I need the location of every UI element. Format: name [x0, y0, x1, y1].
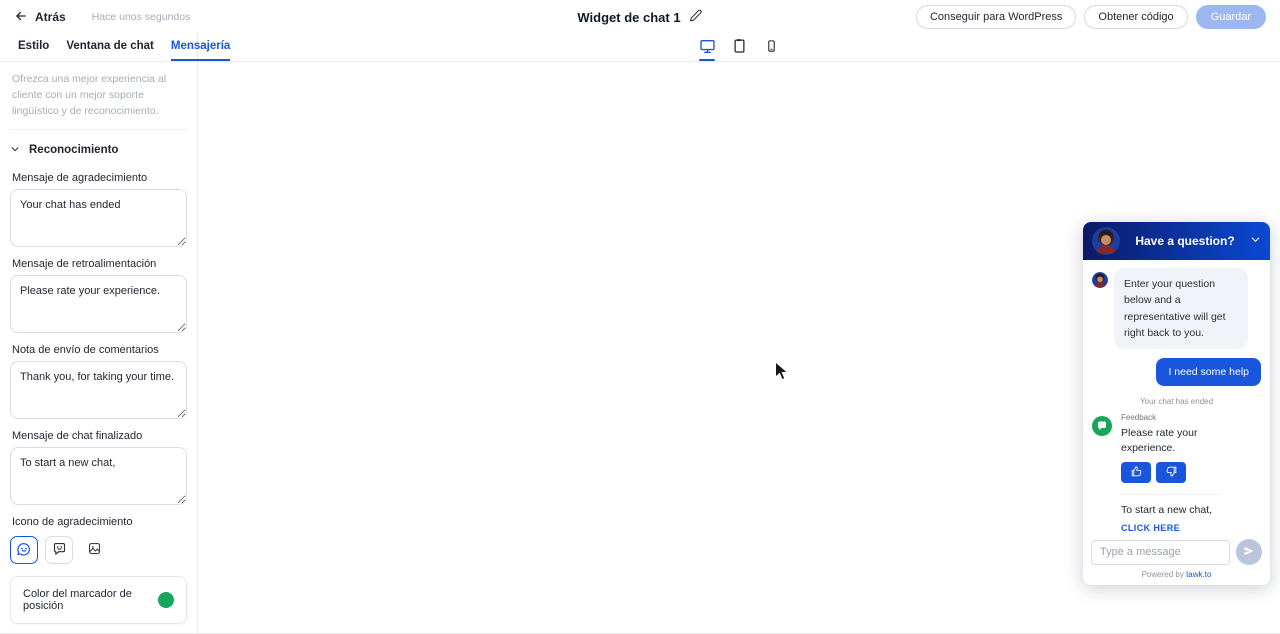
icon-option-round-bubble[interactable] — [10, 536, 38, 565]
back-button-label: Atrás — [35, 10, 66, 24]
powered-by-text: Powered by — [1141, 570, 1184, 579]
sidebar-divider — [10, 129, 187, 131]
thumb-up-icon — [1130, 465, 1143, 481]
icon-option-square-bubble[interactable] — [45, 536, 73, 565]
recognition-section-title: Reconocimiento — [29, 144, 119, 157]
round-chat-smiley-icon — [16, 541, 32, 560]
feedback-note-input[interactable]: Thank you, for taking your time. — [10, 361, 187, 420]
topbar-center: Widget de chat 1 — [577, 0, 702, 34]
topbar-right: Conseguir para WordPress Obtener código … — [915, 5, 1266, 29]
get-code-button[interactable]: Obtener código — [1084, 5, 1188, 29]
field-label-thank-you: Mensaje de agradecimiento — [12, 172, 148, 185]
tab-ventana-de-chat[interactable]: Ventana de chat — [66, 40, 154, 61]
device-active-underline — [699, 58, 715, 61]
icon-section-label: Icono de agradecimiento — [12, 516, 133, 529]
feedback-label: Feedback — [1121, 413, 1157, 423]
icon-option-custom[interactable] — [80, 536, 108, 565]
messaging-settings-sidebar: Ofrezca una mejor experiencia al cliente… — [0, 62, 198, 633]
preview-canvas: Have a question? Enter your question bel… — [198, 62, 1280, 633]
mobile-icon — [765, 38, 778, 57]
feedback-card: Feedback Please rate your experience. To… — [1092, 413, 1261, 533]
feedback-text: Please rate your experience. — [1121, 427, 1198, 454]
edit-pencil-icon — [690, 9, 703, 25]
save-button[interactable]: Guardar — [1195, 5, 1266, 29]
brand-link[interactable]: tawk.to — [1186, 570, 1211, 579]
feedback-divider — [1121, 494, 1221, 496]
back-button[interactable]: Atrás — [14, 9, 66, 26]
chat-widget-preview: Have a question? Enter your question bel… — [1083, 222, 1270, 585]
thumb-up-button[interactable] — [1121, 462, 1151, 484]
thank-you-icon-options — [10, 536, 187, 565]
subbar: Estilo Ventana de chat Mensajería — [0, 34, 1280, 62]
saved-status: Hace unos segundos — [91, 11, 191, 23]
chat-ended-status: Your chat has ended — [1139, 397, 1214, 407]
device-desktop-button[interactable] — [699, 35, 716, 61]
restart-chat-text: To start a new chat, — [1121, 504, 1213, 517]
visitor-message-row: I need some help — [1092, 358, 1261, 387]
back-arrow-icon — [14, 9, 28, 26]
powered-by: Powered by tawk.to — [1091, 570, 1262, 579]
recognition-section-toggle[interactable]: Reconocimiento — [10, 141, 187, 159]
placeholder-color-label: Color del marcador de posición — [23, 588, 132, 613]
rename-widget-button[interactable] — [690, 9, 703, 25]
feedback-message-input[interactable]: Please rate your experience. — [10, 275, 187, 334]
field-label-feedback: Mensaje de retroalimentación — [12, 258, 157, 271]
placeholder-color-row[interactable]: Color del marcador de posición — [10, 576, 187, 625]
widget-footer: Powered by tawk.to — [1083, 533, 1270, 585]
page-title: Widget de chat 1 — [577, 9, 681, 25]
chat-widget-editor: Atrás Hace unos segundos Widget de chat … — [0, 0, 1280, 634]
tablet-icon — [732, 38, 747, 57]
tab-estilo[interactable]: Estilo — [18, 40, 49, 61]
restart-chat-link[interactable]: CLICK HERE — [1121, 523, 1180, 533]
content: Ofrezca una mejor experiencia al cliente… — [0, 62, 1280, 633]
widget-title: Have a question? — [1135, 234, 1235, 248]
widget-conversation: Enter your question below and a represen… — [1083, 260, 1270, 533]
field-label-chat-ended: Mensaje de chat finalizado — [12, 430, 143, 443]
topbar-left: Atrás Hace unos segundos — [14, 9, 190, 26]
send-icon — [1243, 545, 1255, 560]
device-mobile-button[interactable] — [764, 34, 780, 61]
thumb-down-icon — [1165, 465, 1178, 481]
tab-bar: Estilo Ventana de chat Mensajería — [0, 34, 231, 61]
mouse-cursor — [774, 360, 789, 386]
chat-ended-message-input[interactable]: To start a new chat, — [10, 447, 187, 506]
widget-header[interactable]: Have a question? — [1083, 222, 1270, 260]
agent-message-bubble: Enter your question below and a represen… — [1114, 268, 1248, 350]
square-chat-smiley-icon — [52, 541, 67, 559]
wordpress-button[interactable]: Conseguir para WordPress — [915, 5, 1077, 29]
device-switcher — [198, 34, 1280, 61]
visitor-message-bubble[interactable]: I need some help — [1156, 358, 1261, 387]
agent-avatar — [1092, 227, 1120, 255]
thank-you-message-input[interactable]: Your chat has ended — [10, 189, 187, 248]
topbar: Atrás Hace unos segundos Widget de chat … — [0, 0, 1280, 34]
message-input-row — [1091, 539, 1262, 565]
thumb-down-button[interactable] — [1156, 462, 1186, 484]
agent-avatar-small — [1092, 272, 1108, 288]
custom-smiley-icon — [87, 541, 102, 559]
device-tablet-button[interactable] — [732, 34, 748, 61]
chevron-down-icon — [10, 141, 20, 159]
field-label-feedback-note: Nota de envío de comentarios — [12, 344, 159, 357]
message-input[interactable] — [1091, 539, 1230, 565]
color-swatch[interactable] — [158, 592, 174, 609]
agent-message-row: Enter your question below and a represen… — [1092, 268, 1261, 350]
sidebar-description: Ofrezca una mejor experiencia al cliente… — [12, 73, 167, 117]
chat-bubble-logo-icon — [1092, 416, 1112, 437]
chevron-down-icon[interactable] — [1250, 232, 1261, 250]
feedback-thumb-buttons — [1121, 462, 1221, 484]
send-button[interactable] — [1236, 539, 1262, 565]
feedback-content: Feedback Please rate your experience. To… — [1121, 413, 1221, 533]
desktop-icon — [699, 39, 716, 57]
